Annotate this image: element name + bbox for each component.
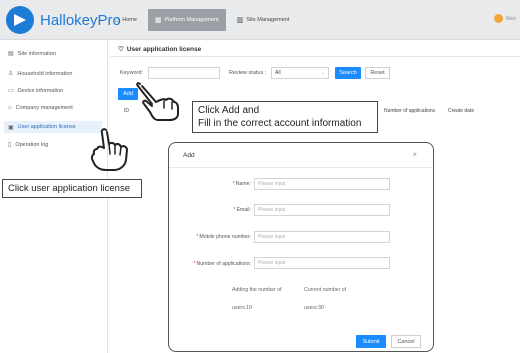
- sidebar-item-label: User application license: [17, 124, 76, 130]
- person-icon: ♙: [8, 71, 14, 77]
- sidebar-item-device-information[interactable]: ▭ Device information: [8, 87, 106, 95]
- search-button[interactable]: Search: [335, 67, 361, 79]
- page-title: ♡ User application license: [118, 45, 202, 54]
- document-icon: ▤: [8, 51, 14, 57]
- logo-icon: [6, 6, 34, 34]
- user-menu[interactable]: Nico: [493, 14, 516, 23]
- nav-tab-home[interactable]: ⌂ Home: [108, 9, 144, 31]
- nav-tab-label: Platform Management: [164, 17, 219, 23]
- grid-icon: ▦: [154, 17, 162, 24]
- top-bar: HallokeyPro ⌂ Home ▦ Platform Management…: [0, 0, 520, 40]
- nav-tab-label: Home: [122, 17, 137, 23]
- table-header-id: ID: [124, 108, 129, 114]
- pointing-hand-icon: [90, 128, 128, 171]
- close-icon[interactable]: ×: [412, 150, 417, 159]
- callout-add-instruction: Click Add and Fill in the correct accoun…: [192, 101, 378, 133]
- review-status-label: Review status :: [229, 70, 267, 76]
- log-icon: ▯: [8, 142, 12, 148]
- nav-tab-site-management[interactable]: ▥ Site Management: [230, 9, 297, 31]
- home-icon: ⌂: [8, 105, 12, 111]
- cancel-button[interactable]: Cancel: [391, 335, 421, 348]
- pointing-hand-icon: [136, 82, 179, 121]
- add-dialog: Add × *Name: Please input *Email: Please…: [168, 142, 434, 352]
- main-nav: ⌂ Home ▦ Platform Management ▥ Site Mana…: [108, 9, 296, 31]
- sidebar-item-household-information[interactable]: ♙ Household information: [8, 70, 106, 78]
- sidebar-item-label: Operation log: [15, 141, 49, 148]
- reset-button[interactable]: Reset: [365, 67, 390, 79]
- keyword-label: Keyword:: [120, 70, 143, 76]
- user-name: Nico: [505, 15, 516, 22]
- review-status-select[interactable]: All ⌄: [271, 67, 329, 79]
- adding-users-value: users:10: [232, 305, 252, 311]
- callout-license-instruction: Click user application license: [2, 179, 142, 198]
- sidebar-item-site-information[interactable]: ▤ Site information: [8, 50, 106, 58]
- logo[interactable]: HallokeyPro: [6, 6, 121, 34]
- review-status-value: All: [275, 70, 281, 76]
- submit-button[interactable]: Submit: [356, 335, 386, 348]
- table-header-number-of-applications: Number of applications: [384, 108, 436, 114]
- name-input[interactable]: Please input: [254, 178, 390, 190]
- divider: [110, 56, 520, 57]
- number-of-applications-input[interactable]: Please input: [254, 257, 390, 269]
- sidebar-item-label: Household information: [17, 70, 73, 77]
- number-of-applications-label: *Number of applications:: [193, 261, 251, 267]
- table-header-create-date: Create date: [448, 108, 475, 114]
- callout-line: Fill in the correct account information: [198, 118, 362, 129]
- callout-line: Click Add and: [198, 105, 260, 116]
- nav-tab-platform-management[interactable]: ▦ Platform Management: [147, 9, 226, 31]
- sidebar-item-label: Site information: [17, 50, 56, 57]
- license-icon: ▣: [8, 124, 14, 131]
- avatar: [493, 14, 503, 23]
- keyword-input[interactable]: [148, 67, 220, 79]
- add-button[interactable]: Add: [118, 88, 138, 100]
- sidebar-item-label: Device information: [17, 87, 64, 94]
- email-input[interactable]: Please input: [254, 204, 390, 216]
- divider: [169, 167, 432, 168]
- page-title-text: User application license: [126, 45, 202, 53]
- email-label: *Email:: [233, 207, 251, 213]
- nav-tab-label: Site Management: [246, 17, 290, 23]
- home-icon: ⌂: [115, 16, 120, 24]
- mobile-phone-label: *Mobile phone number:: [196, 234, 251, 240]
- device-icon: ▭: [8, 88, 14, 94]
- chevron-down-icon: ⌄: [320, 70, 325, 76]
- mobile-phone-input[interactable]: Please input: [254, 231, 390, 243]
- building-icon: ▥: [236, 17, 244, 24]
- adding-users-label: Adding the number of: [232, 287, 282, 293]
- sidebar-item-company-management[interactable]: ⌂ Company management: [8, 105, 106, 111]
- dialog-title: Add: [183, 152, 195, 159]
- name-label: *Name:: [232, 181, 251, 187]
- current-users-label: Current number of: [304, 287, 347, 293]
- heart-icon: ♡: [118, 46, 124, 53]
- sidebar-item-label: Company management: [15, 105, 73, 111]
- current-users-value: users:30: [304, 305, 324, 311]
